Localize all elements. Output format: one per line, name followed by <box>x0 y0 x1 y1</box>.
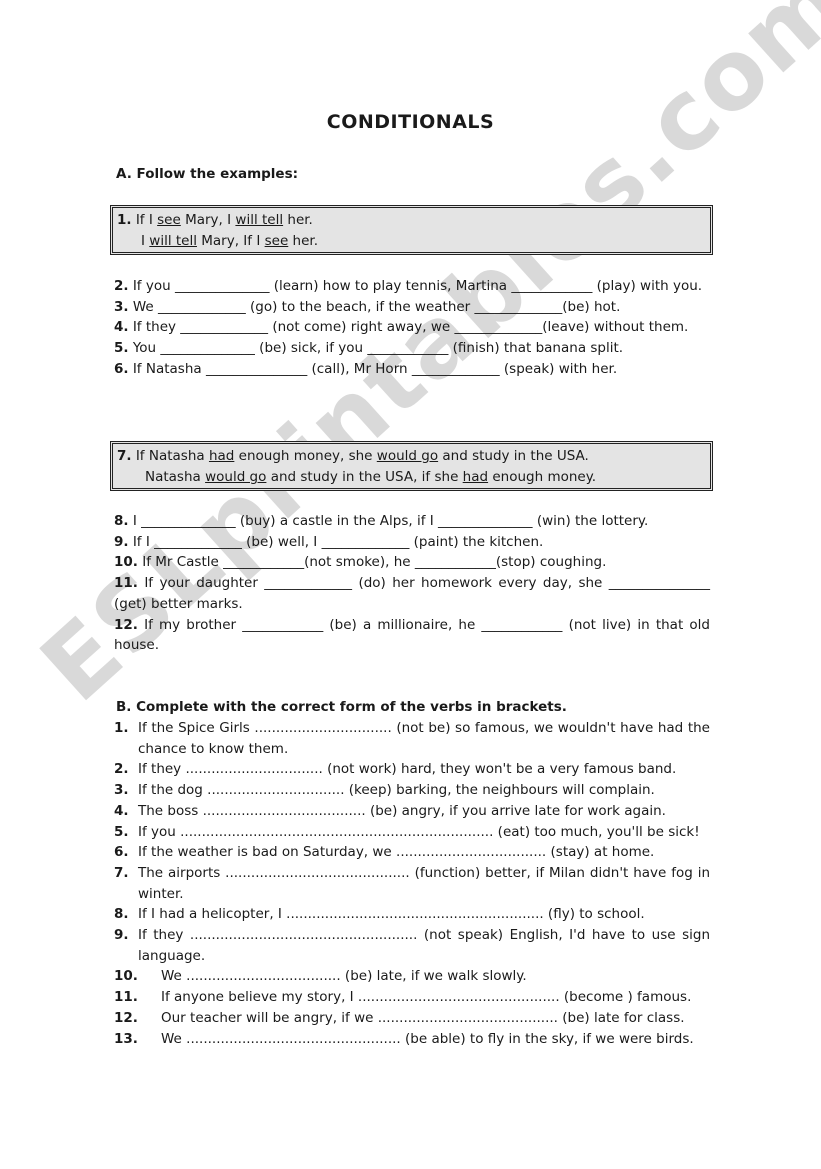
exercise-item: 8. I ______________ (buy) a castle in th… <box>114 513 649 529</box>
worksheet-page: ESLprintables.com CONDITIONALS A. Follow… <box>0 0 821 1169</box>
exercise-item: 2. If they ..............................… <box>114 761 677 778</box>
exercise-item: 2. If you ______________ (learn) how to … <box>114 278 703 294</box>
exercise-item: 13. We ..................................… <box>114 1030 694 1047</box>
exercise-item: 6. If the weather is bad on Saturday, we … <box>114 844 655 861</box>
exercise-item: 6. If Natasha _______________ (call), Mr… <box>114 360 618 377</box>
exercise-item: 7. The airports .........................… <box>114 864 710 902</box>
item-number: 7. <box>117 448 132 464</box>
exercise-item: 3. If the dog ...........................… <box>114 782 655 799</box>
exercise-item: 10. We ..................................… <box>114 968 527 985</box>
section-b-items: 1. If the Spice Girls ...................… <box>114 718 710 1049</box>
section-a-items-2: 8. I ______________ (buy) a castle in th… <box>114 511 710 656</box>
exercise-item: 9. If they ..............................… <box>114 927 710 964</box>
exercise-item: 4. The boss .............................… <box>114 802 666 819</box>
example-7-line-2: Natasha would go and study in the USA, i… <box>145 469 597 485</box>
exercise-item: 11. If anyone believe my story, I .......… <box>114 989 692 1006</box>
exercise-item: 12. Our teacher will be angry, if we ....… <box>114 1009 685 1026</box>
exercise-item: 5. If you ...............................… <box>114 823 700 840</box>
exercise-item: 9. If I _____________ (be) well, I _____… <box>114 533 544 550</box>
example-box-7: 7. If Natasha had enough money, she woul… <box>110 441 713 491</box>
exercise-item: 5. You ______________ (be) sick, if you … <box>114 340 624 357</box>
exercise-item: 8. If I had a helicopter, I .............… <box>114 906 645 923</box>
item-number: 1. <box>117 212 132 228</box>
exercise-item: 12. If my brother ____________ (be) a mi… <box>114 616 710 654</box>
exercise-item: 4. If they _____________ (not come) righ… <box>114 319 689 336</box>
section-a-heading: A. Follow the examples: <box>116 166 299 182</box>
example-7-line-1: 7. If Natasha had enough money, she woul… <box>117 448 589 464</box>
exercise-item: 3. We _____________ (go) to the beach, i… <box>114 298 621 315</box>
exercise-item: 10. If Mr Castle ____________(not smoke)… <box>114 554 607 571</box>
example-1-line-1: 1. If I see Mary, I will tell her. <box>117 212 313 228</box>
exercise-item: 11. If your daughter _____________ (do) … <box>114 575 710 612</box>
section-a-items-1: 2. If you ______________ (learn) how to … <box>114 276 710 380</box>
section-b-heading: B. Complete with the correct form of the… <box>116 699 567 715</box>
example-box-1: 1. If I see Mary, I will tell her. I wil… <box>110 205 713 255</box>
page-title: CONDITIONALS <box>326 111 495 133</box>
example-1-line-2: I will tell Mary, If I see her. <box>141 233 319 249</box>
exercise-item: 1. If the Spice Girls ...................… <box>114 720 710 757</box>
